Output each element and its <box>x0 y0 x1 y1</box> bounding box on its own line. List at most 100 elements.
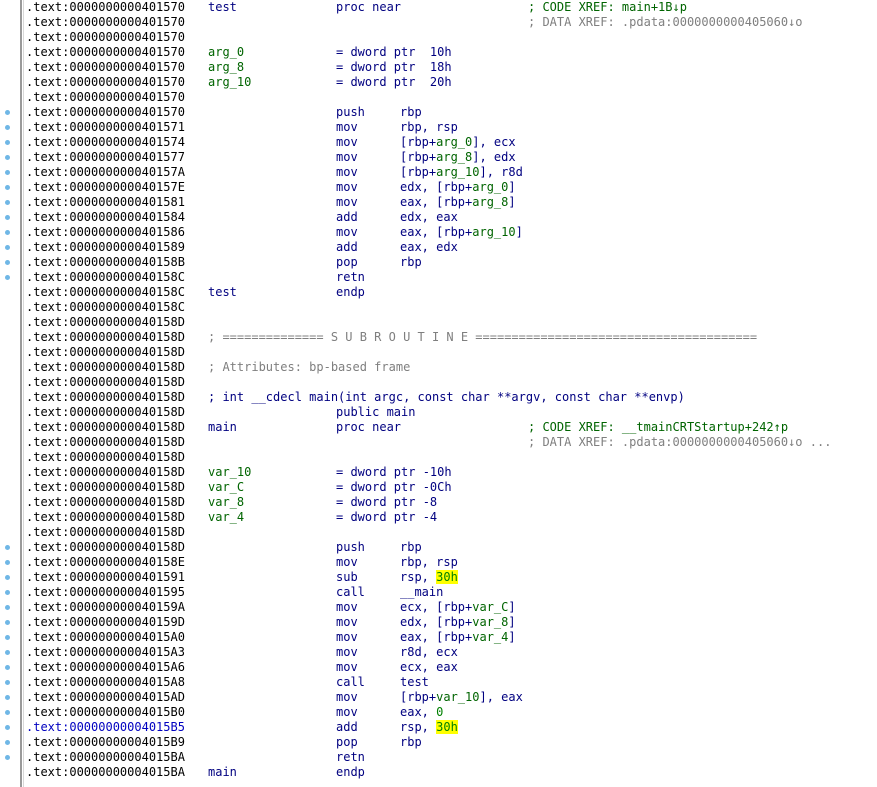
listing-line[interactable]: .text:000000000040158D var_C = dword ptr -… <box>26 480 877 495</box>
xref-comment[interactable]: ; DATA XREF: .pdata:0000000000405060↓o <box>528 15 803 30</box>
breakpoint-gutter[interactable] <box>0 0 20 787</box>
line-label[interactable]: test <box>208 0 237 15</box>
listing-line[interactable]: .text:00000000004015A8 call test <box>5 675 877 690</box>
operand[interactable]: eax, 0 <box>400 705 443 720</box>
listing-line[interactable]: .text:00000000004015AD mov [rbp+var_10], e… <box>5 690 877 705</box>
listing-line[interactable]: .text:000000000040158D main proc near ; COD… <box>26 420 877 435</box>
operand[interactable]: r8d, ecx <box>400 645 458 660</box>
operand[interactable]: [rbp+arg_10], r8d <box>400 165 523 180</box>
line-label[interactable]: main <box>208 765 237 780</box>
listing-line[interactable]: .text:000000000040158D ; Attributes: bp-b… <box>26 360 877 375</box>
operand[interactable]: test <box>400 675 429 690</box>
listing-line[interactable]: .text:000000000040159A mov ecx, [rbp+var_C… <box>5 600 877 615</box>
xref-comment[interactable]: ; CODE XREF: __tmainCRTStartup+242↑p <box>528 420 788 435</box>
listing-line[interactable]: .text:0000000000401570 <box>26 30 877 45</box>
listing-line[interactable]: .text:00000000004015BA main endp <box>26 765 877 780</box>
listing-line[interactable]: .text:0000000000401577 mov [rbp+arg_8], ed… <box>5 150 877 165</box>
operand[interactable]: rbp <box>400 255 422 270</box>
listing-line[interactable]: .text:000000000040158D var_8 = dword ptr -… <box>26 495 877 510</box>
variable-ref[interactable]: var_C <box>472 600 508 614</box>
listing-line[interactable]: .text:00000000004015B9 pop rbp <box>5 735 877 750</box>
operand[interactable]: edx, [rbp+var_8] <box>400 615 516 630</box>
listing-line[interactable]: .text:0000000000401570 push rbp <box>5 105 877 120</box>
variable-ref[interactable]: arg_10 <box>472 225 515 239</box>
operand[interactable]: [rbp+arg_8], edx <box>400 150 516 165</box>
listing-line[interactable]: .text:000000000040158E mov rbp, rsp <box>5 555 877 570</box>
listing-line[interactable]: .text:000000000040157E mov edx, [rbp+arg_0… <box>5 180 877 195</box>
listing-line[interactable]: .text:00000000004015BA retn <box>5 750 877 765</box>
operand[interactable]: ecx, [rbp+var_C] <box>400 600 516 615</box>
listing-line[interactable]: .text:000000000040158D push rbp <box>5 540 877 555</box>
listing-line[interactable]: .text:0000000000401595 call __main <box>5 585 877 600</box>
variable-ref[interactable]: arg_10 <box>436 165 479 179</box>
operand[interactable]: eax, [rbp+arg_8] <box>400 195 516 210</box>
operand[interactable]: rsp, 30h <box>400 720 458 735</box>
disassembly-listing[interactable]: .text:0000000000401570 test proc near ; COD… <box>5 0 877 780</box>
listing-line[interactable]: .text:000000000040158D <box>26 375 877 390</box>
listing-line[interactable]: .text:0000000000401586 mov eax, [rbp+arg_1… <box>5 225 877 240</box>
operand[interactable]: [rbp+arg_0], ecx <box>400 135 516 150</box>
listing-line[interactable]: .text:0000000000401570 arg_0 = dword ptr 1… <box>26 45 877 60</box>
listing-line[interactable]: .text:000000000040158D ; ============== S… <box>26 330 877 345</box>
operand[interactable]: eax, edx <box>400 240 458 255</box>
listing-line[interactable]: .text:0000000000401571 mov rbp, rsp <box>5 120 877 135</box>
listing-line[interactable]: .text:000000000040158D <box>26 450 877 465</box>
listing-line[interactable]: .text:0000000000401574 mov [rbp+arg_0], ec… <box>5 135 877 150</box>
operand[interactable]: [rbp+var_10], eax <box>400 690 523 705</box>
line-label[interactable]: main <box>208 420 237 435</box>
operand[interactable]: ecx, eax <box>400 660 458 675</box>
line-label[interactable]: var_10 <box>208 465 251 480</box>
operand[interactable]: rbp, rsp <box>400 555 458 570</box>
listing-line[interactable]: .text:00000000004015A3 mov r8d, ecx <box>5 645 877 660</box>
operand[interactable]: edx, eax <box>400 210 458 225</box>
operand[interactable]: rbp <box>400 105 422 120</box>
operand[interactable]: eax, [rbp+arg_10] <box>400 225 523 240</box>
line-label[interactable]: arg_10 <box>208 75 251 90</box>
operand[interactable]: rbp <box>400 735 422 750</box>
listing-line[interactable]: .text:00000000004015B5 add rsp, 30h <box>5 720 877 735</box>
listing-line[interactable]: .text:000000000040158D ; DATA XREF: .pdat… <box>26 435 877 450</box>
line-label[interactable]: var_4 <box>208 510 244 525</box>
xref-comment[interactable]: ; CODE XREF: main+1B↓p <box>528 0 687 15</box>
line-label[interactable]: var_C <box>208 480 244 495</box>
listing-line[interactable]: .text:00000000004015B0 mov eax, 0 <box>5 705 877 720</box>
listing-line[interactable]: .text:0000000000401570 arg_10 = dword ptr … <box>26 75 877 90</box>
listing-line[interactable]: .text:000000000040158D <box>26 345 877 360</box>
operand[interactable]: rsp, 30h <box>400 570 458 585</box>
operand[interactable]: eax, [rbp+var_4] <box>400 630 516 645</box>
line-label[interactable]: test <box>208 285 237 300</box>
listing-line[interactable]: .text:0000000000401570 <box>26 90 877 105</box>
variable-ref[interactable]: arg_8 <box>472 195 508 209</box>
xref-comment[interactable]: ; DATA XREF: .pdata:0000000000405060↓o .… <box>528 435 831 450</box>
variable-ref[interactable]: arg_0 <box>472 180 508 194</box>
listing-line[interactable]: .text:0000000000401591 sub rsp, 30h <box>5 570 877 585</box>
listing-line[interactable]: .text:000000000040158D <box>26 315 877 330</box>
listing-line[interactable]: .text:0000000000401570 arg_8 = dword ptr 1… <box>26 60 877 75</box>
listing-line[interactable]: .text:00000000004015A0 mov eax, [rbp+var_4… <box>5 630 877 645</box>
line-label[interactable]: arg_0 <box>208 45 244 60</box>
listing-line[interactable]: .text:0000000000401589 add eax, edx <box>5 240 877 255</box>
listing-line[interactable]: .text:00000000004015A6 mov ecx, eax <box>5 660 877 675</box>
operand[interactable]: rbp, rsp <box>400 120 458 135</box>
variable-ref[interactable]: var_10 <box>436 690 479 704</box>
listing-line[interactable]: .text:0000000000401584 add edx, eax <box>5 210 877 225</box>
variable-ref[interactable]: arg_8 <box>436 150 472 164</box>
listing-line[interactable]: .text:000000000040158B pop rbp <box>5 255 877 270</box>
listing-line[interactable]: .text:000000000040158C <box>26 300 877 315</box>
operand[interactable]: rbp <box>400 540 422 555</box>
line-label[interactable]: arg_8 <box>208 60 244 75</box>
listing-line[interactable]: .text:000000000040158D var_10 = dword ptr … <box>26 465 877 480</box>
variable-ref[interactable]: var_8 <box>472 615 508 629</box>
listing-line[interactable]: .text:000000000040157A mov [rbp+arg_10], r… <box>5 165 877 180</box>
line-label[interactable]: var_8 <box>208 495 244 510</box>
listing-line[interactable]: .text:0000000000401570 test proc near ; COD… <box>26 0 877 15</box>
operand[interactable]: edx, [rbp+arg_0] <box>400 180 516 195</box>
listing-line[interactable]: .text:000000000040158D <box>26 525 877 540</box>
listing-line[interactable]: .text:0000000000401581 mov eax, [rbp+arg_8… <box>5 195 877 210</box>
listing-line[interactable]: .text:000000000040158D public main <box>26 405 877 420</box>
variable-ref[interactable]: arg_0 <box>436 135 472 149</box>
listing-line[interactable]: .text:000000000040158C retn <box>5 270 877 285</box>
listing-line[interactable]: .text:000000000040158D var_4 = dword ptr -… <box>26 510 877 525</box>
listing-line[interactable]: .text:000000000040159D mov edx, [rbp+var_8… <box>5 615 877 630</box>
listing-line[interactable]: .text:0000000000401570 ; DATA XREF: .pdat… <box>26 15 877 30</box>
